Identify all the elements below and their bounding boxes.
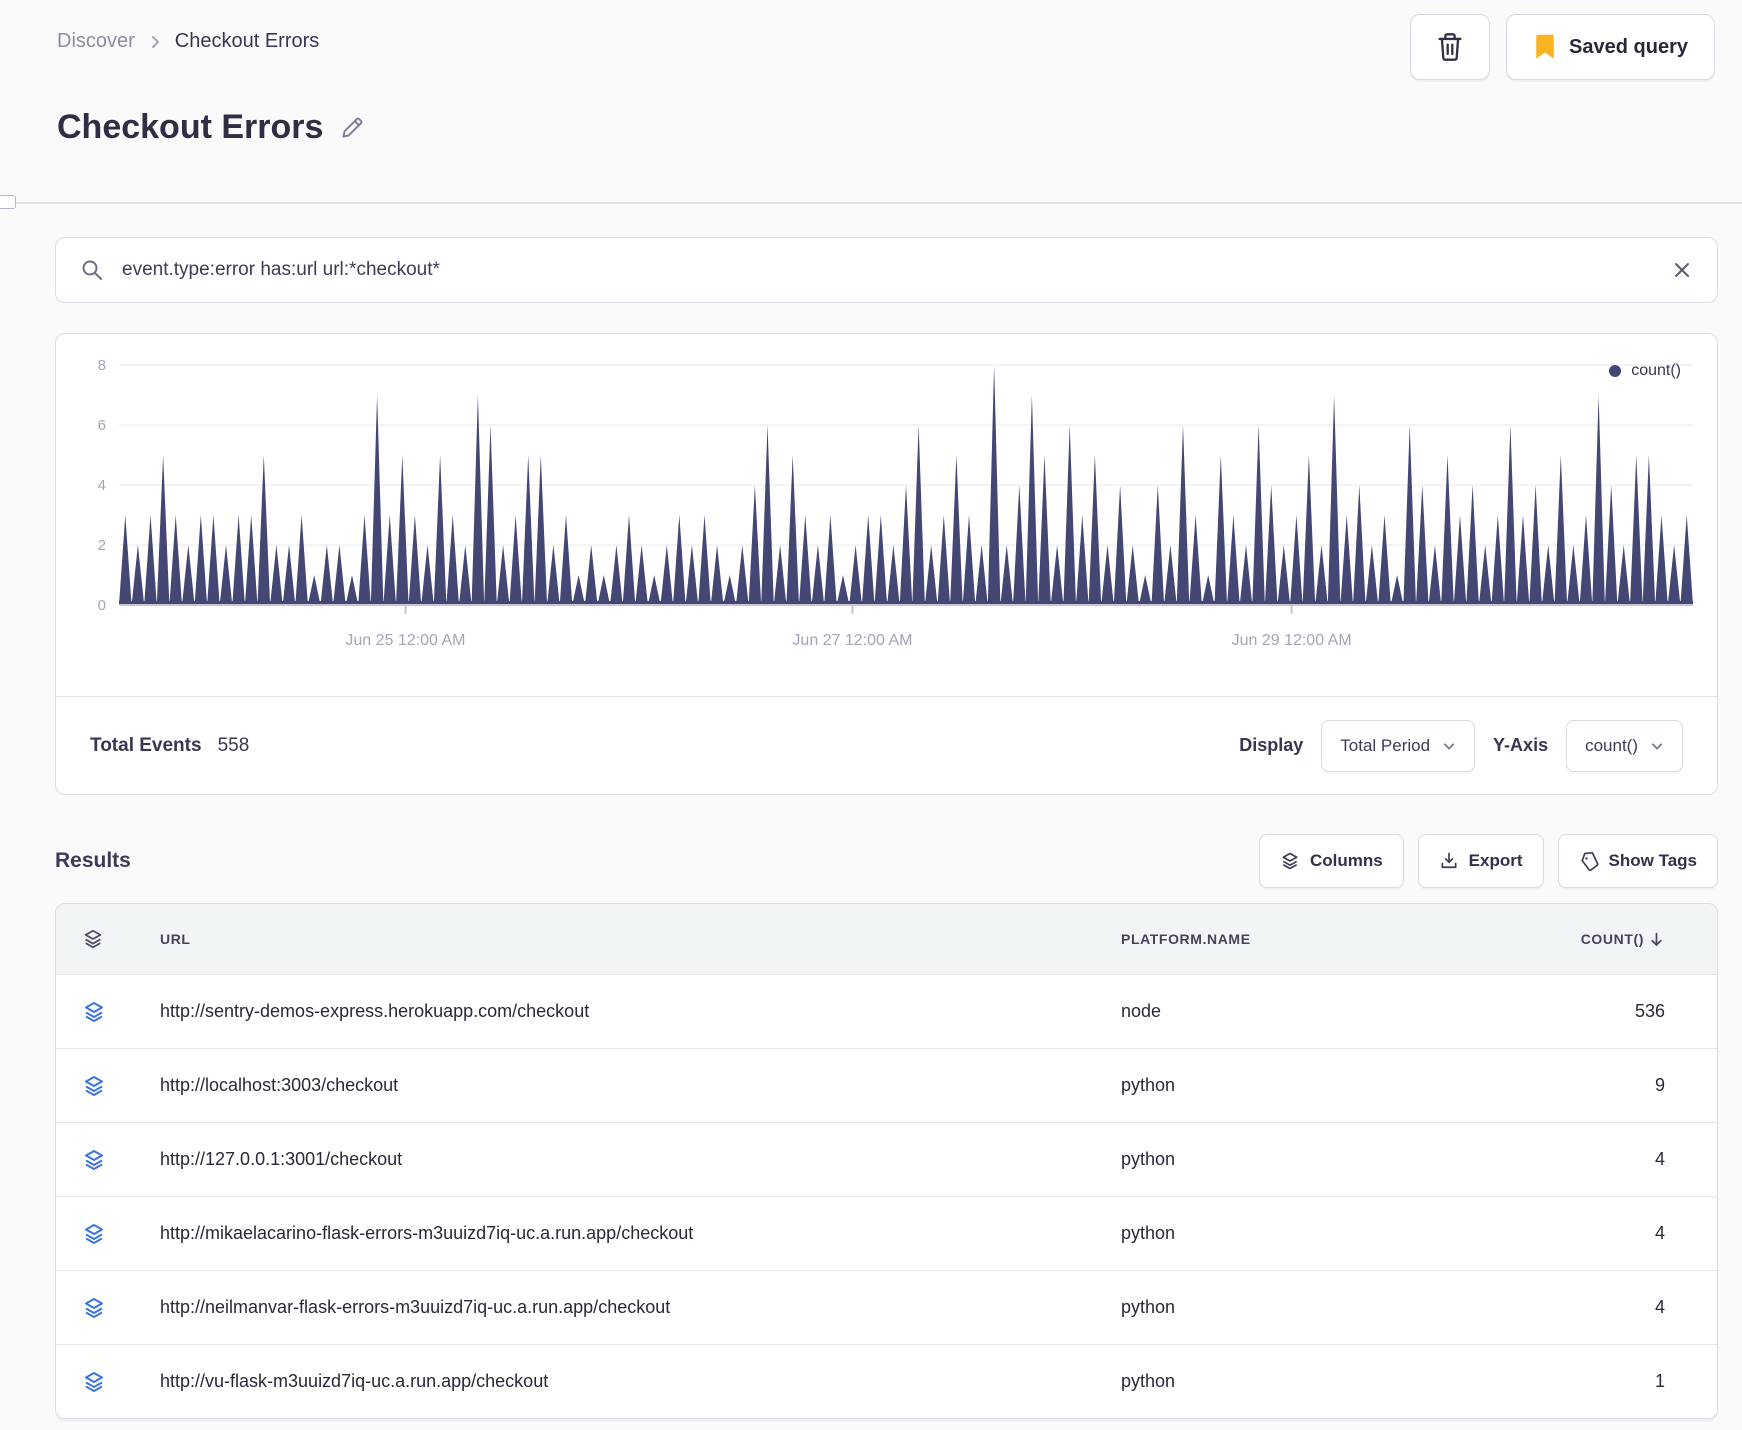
- svg-text:8: 8: [98, 357, 106, 374]
- stack-icon[interactable]: [82, 1148, 142, 1172]
- bookmark-icon: [1533, 33, 1557, 61]
- breadcrumb-discover-link[interactable]: Discover: [57, 30, 135, 53]
- stack-icon[interactable]: [82, 1296, 142, 1320]
- yaxis-dropdown-value: count(): [1585, 735, 1638, 755]
- column-header-url[interactable]: URL: [142, 931, 1121, 947]
- table-row[interactable]: http://sentry-demos-express.herokuapp.co…: [56, 974, 1717, 1048]
- svg-text:Jun 27 12:00 AM: Jun 27 12:00 AM: [792, 632, 912, 649]
- results-heading: Results: [55, 849, 131, 872]
- table-row[interactable]: http://mikaelacarino-flask-errors-m3uuiz…: [56, 1196, 1717, 1270]
- svg-text:Jun 29 12:00 AM: Jun 29 12:00 AM: [1232, 632, 1352, 649]
- results-table: URL PLATFORM.NAME COUNT() http://sentry-…: [55, 903, 1718, 1419]
- yaxis-label: Y-Axis: [1493, 735, 1549, 755]
- stack-icon[interactable]: [82, 1000, 142, 1024]
- search-input[interactable]: [120, 258, 1655, 282]
- chart-canvas: 0 2 4 6 8 Jun 25 12:00 AM Jun 27 12:00 AM Jun 2…: [98, 357, 1693, 649]
- chart-legend[interactable]: count(): [1609, 362, 1681, 380]
- svg-text:4: 4: [98, 477, 106, 494]
- table-row[interactable]: http://neilmanvar-flask-errors-m3uuizd7i…: [56, 1270, 1717, 1344]
- svg-text:2: 2: [98, 537, 106, 554]
- chevron-down-icon: [1442, 739, 1456, 753]
- cell-platform: python: [1121, 1223, 1176, 1243]
- header-actions: Saved query: [1410, 14, 1715, 80]
- tag-icon: [1579, 851, 1599, 871]
- panel-resize-handle: [0, 195, 16, 209]
- display-label: Display: [1239, 735, 1304, 755]
- sort-desc-icon: [1648, 931, 1665, 948]
- columns-button-label: Columns: [1309, 851, 1383, 870]
- breadcrumb: Discover Checkout Errors: [57, 30, 319, 53]
- page-title: Checkout Errors: [57, 108, 365, 147]
- saved-query-label: Saved query: [1569, 35, 1688, 58]
- columns-stack-icon: [1280, 851, 1300, 871]
- stack-icon[interactable]: [82, 1074, 142, 1098]
- svg-text:Jun 25 12:00 AM: Jun 25 12:00 AM: [345, 632, 465, 649]
- search-icon: [80, 258, 104, 282]
- cell-count: 9: [1654, 1075, 1665, 1095]
- header-divider: [0, 202, 1742, 204]
- display-dropdown-value: Total Period: [1340, 735, 1431, 755]
- export-button-label: Export: [1468, 851, 1523, 870]
- cell-url: http://sentry-demos-express.herokuapp.co…: [160, 1001, 590, 1021]
- chart-footer: Total Events 558 Display Total Period Y-…: [56, 696, 1717, 794]
- stack-icon[interactable]: [82, 1370, 142, 1394]
- cell-platform: python: [1121, 1075, 1176, 1095]
- results-actions: Columns Export Show Tags: [1258, 834, 1718, 888]
- stack-icon: [82, 928, 142, 950]
- table-header-row: URL PLATFORM.NAME COUNT(): [56, 904, 1717, 974]
- cell-count: 4: [1654, 1149, 1665, 1169]
- close-icon[interactable]: [1671, 259, 1693, 281]
- total-events-value: 558: [217, 734, 250, 756]
- column-header-platform[interactable]: PLATFORM.NAME: [1121, 931, 1501, 947]
- cell-url: http://localhost:3003/checkout: [160, 1075, 399, 1095]
- download-icon: [1439, 851, 1459, 871]
- cell-url: http://neilmanvar-flask-errors-m3uuizd7i…: [160, 1297, 671, 1317]
- column-header-count[interactable]: COUNT(): [1501, 931, 1691, 948]
- cell-count: 4: [1654, 1223, 1665, 1243]
- breadcrumb-current: Checkout Errors: [174, 30, 320, 52]
- yaxis-dropdown[interactable]: count(): [1566, 719, 1683, 772]
- cell-url: http://mikaelacarino-flask-errors-m3uuiz…: [160, 1223, 694, 1243]
- cell-count: 1: [1654, 1371, 1665, 1391]
- page-title-text: Checkout Errors: [57, 108, 324, 146]
- chevron-right-icon: [147, 34, 163, 50]
- chevron-down-icon: [1650, 739, 1664, 753]
- svg-text:6: 6: [98, 417, 106, 434]
- events-chart-panel: 0 2 4 6 8 Jun 25 12:00 AM Jun 27 12:00 AM Jun 2…: [55, 333, 1718, 795]
- results-bar: Results Columns Export Show Tags: [55, 833, 1718, 889]
- cell-platform: python: [1121, 1149, 1176, 1169]
- events-chart[interactable]: 0 2 4 6 8 Jun 25 12:00 AM Jun 27 12:00 AM Jun 2…: [56, 334, 1717, 696]
- total-events-label: Total Events: [90, 734, 202, 756]
- legend-dot: [1609, 365, 1622, 377]
- table-row[interactable]: http://localhost:3003/checkout python 9: [56, 1048, 1717, 1122]
- search-bar: [55, 237, 1718, 303]
- show-tags-button[interactable]: Show Tags: [1557, 834, 1718, 888]
- cell-platform: python: [1121, 1297, 1176, 1317]
- cell-platform: node: [1121, 1001, 1162, 1021]
- cell-count: 536: [1634, 1001, 1665, 1021]
- table-row[interactable]: http://127.0.0.1:3001/checkout python 4: [56, 1122, 1717, 1196]
- column-header-count-label: COUNT(): [1580, 931, 1644, 947]
- cell-url: http://vu-flask-m3uuizd7iq-uc.a.run.app/…: [160, 1371, 549, 1391]
- trash-icon: [1436, 32, 1464, 62]
- chart-controls: Display Total Period Y-Axis count(): [1239, 719, 1683, 772]
- cell-url: http://127.0.0.1:3001/checkout: [160, 1149, 403, 1169]
- display-dropdown[interactable]: Total Period: [1321, 719, 1476, 772]
- cell-platform: python: [1121, 1371, 1176, 1391]
- saved-query-button[interactable]: Saved query: [1506, 14, 1715, 80]
- stack-icon[interactable]: [82, 1222, 142, 1246]
- legend-label: count(): [1631, 362, 1681, 379]
- svg-text:0: 0: [98, 597, 106, 614]
- cell-count: 4: [1654, 1297, 1665, 1317]
- table-row[interactable]: http://vu-flask-m3uuizd7iq-uc.a.run.app/…: [56, 1344, 1717, 1418]
- columns-button[interactable]: Columns: [1258, 834, 1404, 888]
- export-button[interactable]: Export: [1417, 834, 1544, 888]
- delete-query-button[interactable]: [1410, 14, 1491, 80]
- edit-pencil-icon[interactable]: [339, 115, 365, 141]
- show-tags-button-label: Show Tags: [1608, 851, 1697, 870]
